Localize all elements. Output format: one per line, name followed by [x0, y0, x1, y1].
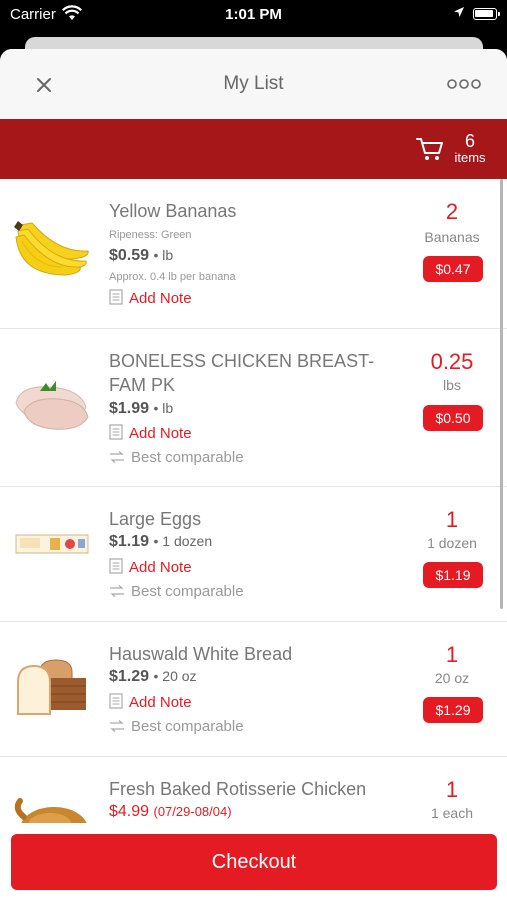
list-item[interactable]: Hauswald White Bread $1.29 • 20 oz Add N… [0, 622, 507, 757]
swap-arrows-icon [110, 451, 124, 463]
best-comparable-button[interactable]: Best comparable [109, 449, 244, 466]
add-note-button[interactable]: Add Note [109, 558, 192, 578]
item-name: Large Eggs [109, 509, 202, 529]
item-quantity[interactable]: 2 [412, 199, 492, 225]
note-icon [109, 558, 123, 574]
item-price-unit: • lb [153, 400, 174, 416]
item-sale-date-range: (07/29-08/04) [153, 804, 232, 819]
nav-bar: My List [0, 49, 507, 119]
bananas-image [14, 221, 89, 276]
list-item[interactable]: Yellow Bananas Ripeness: Green $0.59 • l… [0, 179, 507, 329]
item-ripeness: Ripeness: Green [109, 229, 192, 241]
note-icon [109, 424, 123, 440]
item-price: $1.19 • 1 dozen [109, 533, 212, 551]
item-price: $4.99 (07/29-08/04) [109, 803, 232, 821]
item-total-badge: $0.47 [423, 256, 483, 282]
item-price: $1.99 • lb [109, 400, 173, 418]
page-title: My List [223, 73, 284, 94]
more-options-icon[interactable] [447, 77, 481, 91]
item-name: Fresh Baked Rotisserie Chicken [109, 779, 367, 799]
best-comparable-label: Best comparable [131, 449, 244, 466]
item-total-badge: $1.19 [423, 562, 483, 588]
add-note-label: Add Note [129, 694, 192, 711]
item-name: Hauswald White Bread [109, 644, 293, 664]
item-price-value: $1.19 [109, 533, 150, 550]
clock: 1:01 PM [225, 6, 282, 23]
item-name: BONELESS CHICKEN BREAST-FAM PK [109, 351, 375, 395]
shopping-list: Yellow Bananas Ripeness: Green $0.59 • l… [0, 179, 507, 887]
item-quantity-unit: Bananas [424, 229, 480, 245]
best-comparable-label: Best comparable [131, 718, 244, 735]
item-quantity[interactable]: 1 [412, 507, 492, 533]
cart-icon[interactable] [416, 136, 444, 162]
list-item[interactable]: Large Eggs $1.19 • 1 dozen Add Note Best… [0, 487, 507, 622]
item-price-unit: • lb [153, 247, 174, 263]
best-comparable-label: Best comparable [131, 583, 244, 600]
best-comparable-button[interactable]: Best comparable [109, 718, 244, 735]
cart-summary-banner: 6 items [0, 119, 507, 179]
item-price: $0.59 • lb [109, 247, 173, 265]
chicken-breast-image [15, 381, 89, 430]
item-price: $1.29 • 20 oz [109, 668, 197, 686]
bread-image [17, 659, 86, 715]
swap-arrows-icon [110, 720, 124, 732]
item-price-unit: • 1 dozen [153, 533, 213, 549]
item-quantity-unit: lbs [443, 377, 461, 393]
cart-item-count: 6 [464, 131, 475, 151]
add-note-button[interactable]: Add Note [109, 693, 192, 713]
item-price-value: $1.99 [109, 400, 150, 417]
footer: Checkout [0, 823, 507, 900]
item-approx-weight: Approx. 0.4 lb per banana [109, 271, 236, 283]
item-quantity[interactable]: 1 [412, 777, 492, 803]
item-price-value: $0.59 [109, 247, 150, 264]
item-name: Yellow Bananas [109, 201, 237, 221]
item-price-value: $4.99 [109, 803, 150, 820]
item-quantity-unit: 1 each [430, 805, 474, 821]
item-quantity-unit: 1 dozen [427, 535, 477, 551]
item-price-value: $1.29 [109, 668, 150, 685]
add-note-button[interactable]: Add Note [109, 424, 192, 444]
add-note-label: Add Note [129, 425, 192, 442]
item-total-badge: $1.29 [423, 697, 483, 723]
location-arrow-icon [454, 7, 464, 17]
add-note-button[interactable]: Add Note [109, 289, 192, 309]
best-comparable-button[interactable]: Best comparable [109, 583, 244, 600]
checkout-button[interactable]: Checkout [11, 834, 497, 890]
add-note-label: Add Note [129, 559, 192, 576]
item-quantity[interactable]: 0.25 [412, 349, 492, 375]
battery-icon [473, 8, 500, 20]
add-note-label: Add Note [129, 290, 192, 307]
list-item[interactable]: BONELESS CHICKEN BREAST-FAM PK $1.99 • l… [0, 329, 507, 487]
note-icon [109, 693, 123, 709]
item-quantity-unit: 20 oz [434, 670, 470, 686]
item-quantity[interactable]: 1 [412, 642, 492, 668]
item-price-unit: • 20 oz [153, 668, 197, 684]
cart-item-label: items [454, 150, 486, 165]
my-list-sheet: My List 6 items Yellow Bananas Ripeness:… [0, 49, 507, 900]
scrollbar[interactable] [500, 179, 503, 609]
status-bar: Carrier 1:01 PM [0, 0, 507, 30]
note-icon [109, 289, 123, 305]
swap-arrows-icon [110, 585, 124, 597]
eggs-carton-image [15, 534, 89, 554]
item-total-badge: $0.50 [423, 405, 483, 431]
